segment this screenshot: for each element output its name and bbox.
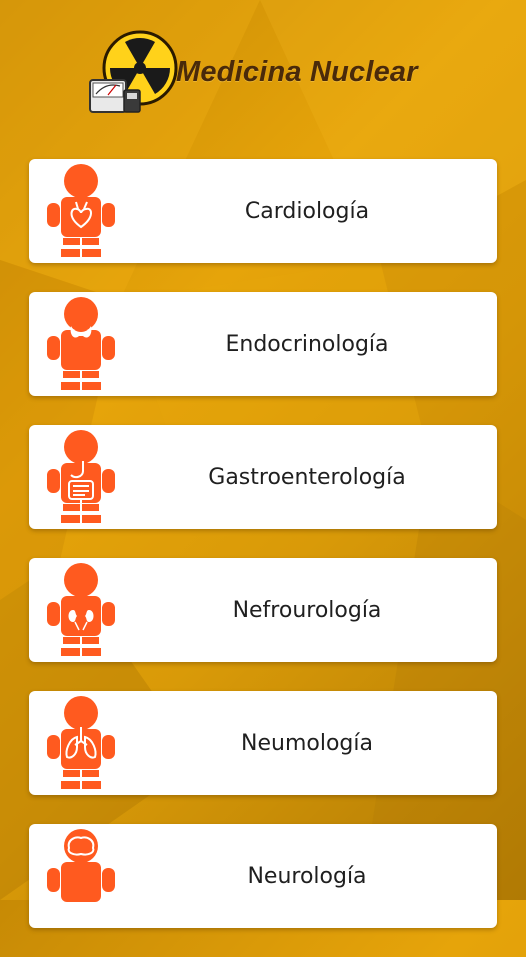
radiation-logo-icon <box>89 30 178 113</box>
specialty-label: Nefrourología <box>232 597 382 623</box>
specialty-card-nefrourologia[interactable]: Nefrourología <box>29 558 497 662</box>
app-header: Medicina Nuclear <box>0 0 526 130</box>
body-heart-icon <box>47 164 115 257</box>
body-lungs-icon <box>47 696 115 789</box>
specialty-card-cardiologia[interactable]: Cardiología <box>29 159 497 263</box>
body-kidneys-icon <box>47 563 115 656</box>
body-thyroid-icon <box>47 297 115 390</box>
specialty-card-neurologia[interactable]: Neurología <box>29 824 497 928</box>
specialty-label: Neumología <box>241 730 373 756</box>
specialty-label: Gastroenterología <box>208 464 406 490</box>
specialty-list: Cardiología Endocrinología Gastroenterol… <box>29 159 497 957</box>
specialty-card-gastroenterologia[interactable]: Gastroenterología <box>29 425 497 529</box>
specialty-card-neumologia[interactable]: Neumología <box>29 691 497 795</box>
body-brain-icon <box>47 829 115 902</box>
app-title: Medicina Nuclear <box>176 56 418 88</box>
specialty-card-endocrinologia[interactable]: Endocrinología <box>29 292 497 396</box>
specialty-label: Cardiología <box>244 198 370 224</box>
body-digestive-icon <box>47 430 115 523</box>
specialty-label: Endocrinología <box>225 331 389 357</box>
specialty-label: Neurología <box>247 863 367 889</box>
